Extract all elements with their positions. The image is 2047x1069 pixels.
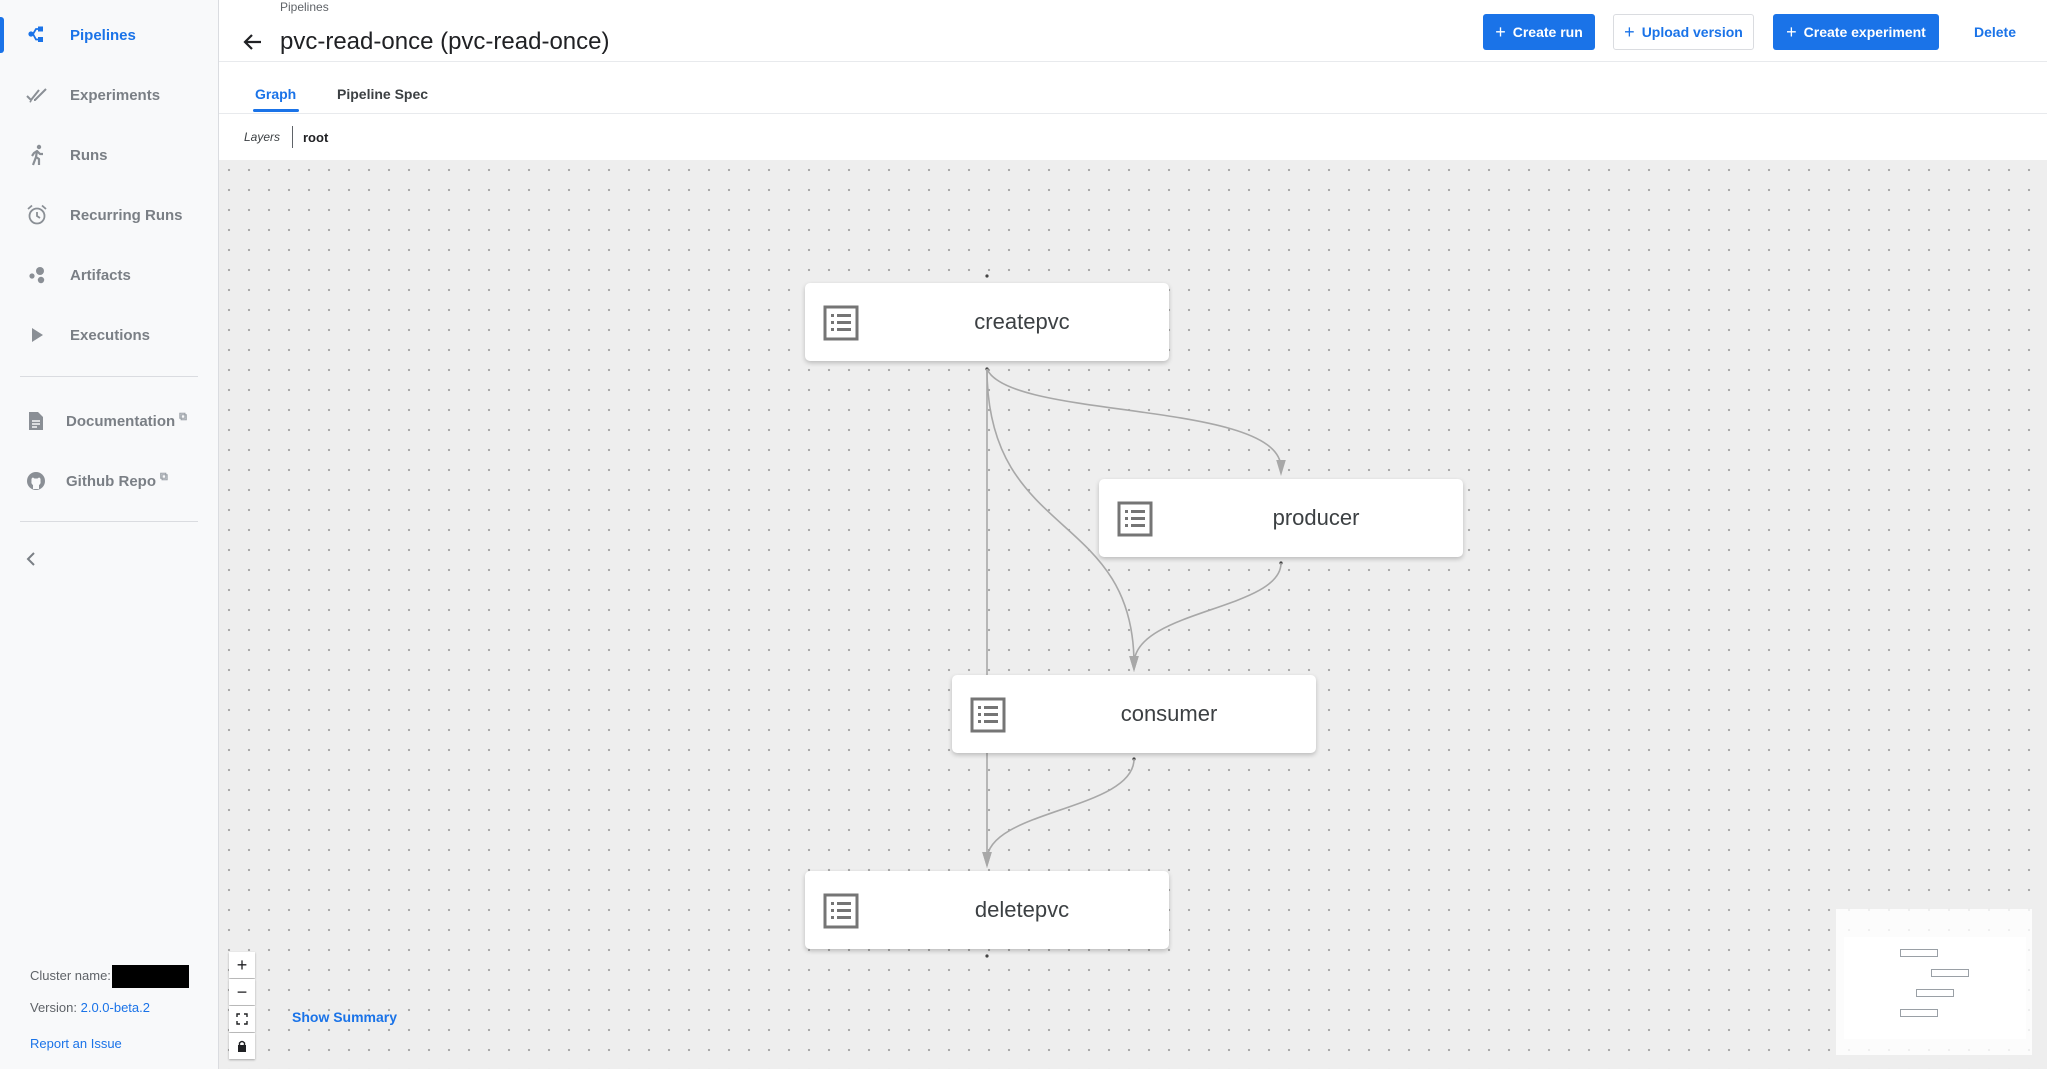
sidebar-item-label: Recurring Runs	[70, 206, 183, 224]
version-label: Version:	[30, 1000, 77, 1015]
port-dot	[985, 954, 989, 958]
page-header: Pipelines pvc-read-once (pvc-read-once) …	[219, 0, 2047, 62]
tab-bar: Graph Pipeline Spec	[219, 61, 2047, 114]
sidebar-link-label: Documentation	[66, 412, 176, 430]
sidebar-item-label: Pipelines	[70, 26, 136, 44]
sidebar-item-label: Runs	[70, 146, 108, 164]
list-icon	[823, 893, 859, 929]
pipelines-icon	[26, 24, 48, 46]
zoom-out-icon: −	[236, 981, 248, 1002]
sidebar-item-artifacts[interactable]: Artifacts	[0, 247, 218, 303]
minimap-node	[1916, 989, 1954, 997]
page-title: pvc-read-once (pvc-read-once)	[280, 28, 610, 55]
report-issue: Report an Issue	[30, 1036, 122, 1051]
sidebar-divider	[20, 376, 198, 377]
lock-button[interactable]	[229, 1033, 255, 1059]
chevron-left-icon[interactable]	[24, 548, 44, 572]
minimap-node	[1900, 1009, 1938, 1017]
minimap-node	[1900, 949, 1938, 957]
sidebar-item-label: Executions	[70, 326, 151, 344]
zoom-in-button[interactable]: +	[229, 952, 255, 978]
sidebar-link-documentation[interactable]: Documentation ⧉	[0, 393, 218, 449]
list-icon	[1117, 501, 1153, 537]
artifacts-icon	[26, 264, 48, 286]
report-issue-link[interactable]: Report an Issue	[30, 1036, 122, 1051]
node-label: consumer	[1120, 701, 1218, 726]
experiments-icon	[26, 84, 48, 106]
external-link-icon: ⧉	[179, 410, 188, 423]
tab-active-indicator	[253, 109, 299, 112]
layers-divider	[292, 126, 293, 148]
create-experiment-button[interactable]: + Create experiment	[1773, 14, 1939, 50]
upload-version-button[interactable]: + Upload version	[1613, 14, 1754, 50]
upload-version-label: Upload version	[1641, 24, 1743, 40]
create-run-button[interactable]: + Create run	[1483, 14, 1595, 50]
fit-view-button[interactable]	[229, 1006, 255, 1032]
edge-consumer-deletepvc	[982, 758, 1135, 868]
external-link-icon: ⧉	[160, 470, 168, 483]
layers-breadcrumb: Layers root	[219, 114, 2047, 160]
plus-icon: +	[1786, 21, 1797, 42]
layers-label: Layers	[244, 130, 281, 144]
node-consumer[interactable]: consumer	[952, 675, 1316, 753]
version-info: Version: 2.0.0-beta.2	[30, 1000, 150, 1015]
layer-root[interactable]: root	[303, 130, 328, 145]
minimap-node	[1931, 969, 1969, 977]
node-label: producer	[1272, 505, 1360, 530]
sidebar-item-experiments[interactable]: Experiments	[0, 67, 218, 123]
sidebar-item-recurring-runs[interactable]: Recurring Runs	[0, 187, 218, 243]
graph-minimap[interactable]	[1836, 909, 2032, 1055]
node-producer[interactable]: producer	[1099, 479, 1463, 557]
version-link[interactable]: 2.0.0-beta.2	[81, 1000, 150, 1015]
runs-icon	[26, 144, 48, 166]
port-dot	[985, 274, 989, 278]
zoom-in-icon: +	[236, 954, 248, 975]
sidebar-item-label: Artifacts	[70, 266, 131, 284]
back-arrow-icon[interactable]	[241, 30, 265, 54]
list-icon	[970, 697, 1006, 733]
node-createpvc[interactable]: createpvc	[805, 283, 1169, 361]
node-deletepvc[interactable]: deletepvc	[805, 871, 1169, 949]
sidebar-link-github[interactable]: Github Repo ⧉	[0, 453, 218, 509]
sidebar-item-pipelines[interactable]: Pipelines	[0, 7, 218, 63]
sidebar-item-executions[interactable]: Executions	[0, 307, 218, 363]
tab-graph[interactable]: Graph	[255, 86, 296, 102]
tab-pipeline-spec[interactable]: Pipeline Spec	[337, 86, 428, 102]
node-label: createpvc	[974, 309, 1070, 334]
fit-view-icon	[236, 1013, 248, 1025]
plus-icon: +	[1624, 21, 1635, 42]
cluster-name: Cluster name:	[30, 965, 189, 988]
zoom-out-button[interactable]: −	[229, 979, 255, 1005]
lock-icon	[238, 1040, 246, 1052]
sidebar-divider	[20, 521, 198, 522]
sidebar-link-label: Github Repo	[66, 472, 156, 490]
delete-button[interactable]: Delete	[1955, 14, 2035, 50]
cluster-name-label: Cluster name:	[30, 967, 111, 983]
document-icon	[25, 410, 47, 432]
alarm-clock-icon	[26, 204, 48, 226]
sidebar: Pipelines Experiments Runs Recurring Run…	[0, 0, 219, 1069]
graph-canvas[interactable]: createpvc producer consumer deletepvc + …	[219, 160, 2047, 1069]
sidebar-item-runs[interactable]: Runs	[0, 127, 218, 183]
node-label: deletepvc	[974, 897, 1070, 922]
play-icon	[26, 324, 48, 346]
edge-producer-consumer	[1129, 562, 1282, 672]
cluster-name-redacted	[111, 965, 189, 988]
github-icon	[25, 470, 47, 492]
breadcrumb[interactable]: Pipelines	[280, 0, 329, 14]
sidebar-item-label: Experiments	[70, 86, 161, 104]
plus-icon: +	[1495, 21, 1506, 42]
list-icon	[823, 305, 859, 341]
create-run-label: Create run	[1512, 24, 1583, 40]
show-summary-button[interactable]: Show Summary	[292, 1009, 397, 1025]
create-experiment-label: Create experiment	[1803, 24, 1926, 40]
edge-createpvc-producer	[986, 368, 1286, 476]
